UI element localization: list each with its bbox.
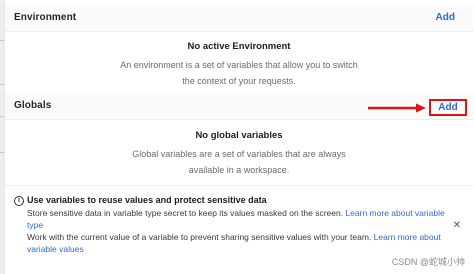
globals-empty-title: No global variables bbox=[195, 130, 283, 141]
watermark-text: CSDN @蛇城小帅 bbox=[391, 257, 465, 267]
globals-empty-description: Global variables are a set of variables … bbox=[132, 149, 346, 175]
notice-current-value-text: Work with the current value of a variabl… bbox=[27, 232, 374, 242]
environment-quick-look-window: Environment Add No active Environment An… bbox=[0, 0, 474, 274]
environment-title: Environment bbox=[14, 12, 77, 23]
environment-empty-title: No active Environment bbox=[187, 41, 291, 52]
environment-empty-description: An environment is a set of variables tha… bbox=[120, 60, 358, 86]
annotation-highlight-box: Add bbox=[429, 99, 467, 116]
notice-line-secret: Store sensitive data in variable type se… bbox=[27, 207, 447, 231]
variables-panel: Environment Add No active Environment An… bbox=[4, 0, 473, 274]
close-icon[interactable]: ✕ bbox=[453, 221, 461, 231]
notice-secret-text: Store sensitive data in variable type se… bbox=[27, 208, 346, 218]
globals-title: Globals bbox=[14, 100, 52, 111]
notice-title: Use variables to reuse values and protec… bbox=[27, 195, 267, 205]
environment-add-button[interactable]: Add bbox=[436, 12, 455, 23]
annotation-arrow bbox=[368, 103, 426, 113]
globals-add-button[interactable]: Add bbox=[431, 101, 465, 114]
globals-header: Globals Add bbox=[5, 93, 473, 120]
notice-line-current-value: Work with the current value of a variabl… bbox=[27, 231, 447, 255]
info-icon: i bbox=[14, 196, 24, 206]
environment-header: Environment Add bbox=[5, 5, 473, 32]
